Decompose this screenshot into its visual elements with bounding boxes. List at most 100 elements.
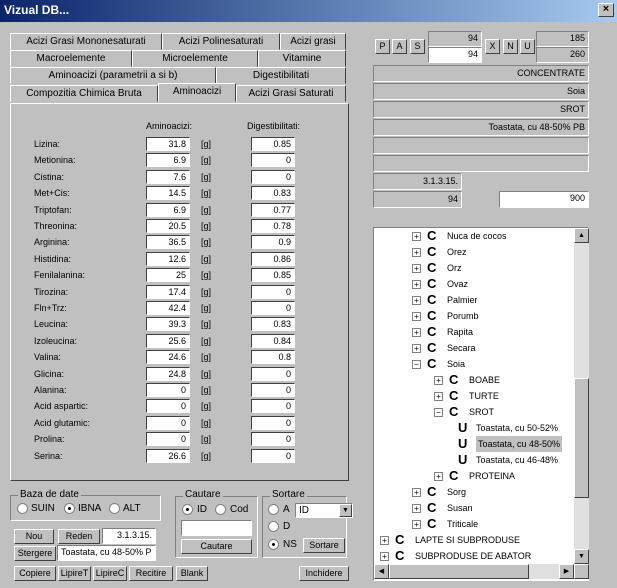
tab-compozitia-chimica-bruta[interactable]: Compozitia Chimica Bruta bbox=[10, 85, 158, 102]
tree-node[interactable]: U Toastata, cu 46-48% bbox=[454, 452, 588, 468]
radio-id[interactable] bbox=[182, 504, 193, 515]
nav-top2-field[interactable]: 94 bbox=[428, 47, 482, 63]
radio-cod[interactable] bbox=[215, 504, 226, 515]
tree-node[interactable]: + C Porumb bbox=[412, 308, 588, 324]
date-field[interactable]: 3.1.3.15. bbox=[102, 528, 156, 544]
tree-horizontal-scrollbar[interactable]: ◀ ▶ bbox=[374, 564, 574, 579]
expand-icon[interactable]: + bbox=[412, 232, 421, 241]
nav-x-button[interactable]: X bbox=[485, 39, 500, 54]
amino-value[interactable]: 6.9 bbox=[146, 153, 190, 168]
amino-value[interactable]: 7.6 bbox=[146, 169, 190, 184]
tab-aminoacizi[interactable]: Aminoacizi bbox=[158, 83, 236, 102]
tab-macroelemente[interactable]: Macroelemente bbox=[10, 50, 132, 67]
digest-value[interactable]: 0.85 bbox=[251, 268, 295, 283]
lipirec-button[interactable]: LipireC bbox=[93, 566, 127, 581]
digest-value[interactable]: 0.78 bbox=[251, 219, 295, 233]
feed-tree[interactable]: + C Nuca de cocos + C Orez + C Orz + C Ovaz + C Palmie… bbox=[373, 227, 589, 581]
digest-value[interactable]: 0 bbox=[251, 284, 295, 299]
digest-value[interactable]: 0.9 bbox=[251, 235, 295, 250]
digest-value[interactable]: 0.83 bbox=[251, 317, 295, 332]
digest-value[interactable]: 0 bbox=[251, 415, 295, 430]
expand-icon[interactable]: + bbox=[412, 520, 421, 529]
radio-suin[interactable] bbox=[17, 503, 28, 514]
expand-icon[interactable]: + bbox=[434, 392, 443, 401]
digest-value[interactable]: 0.8 bbox=[251, 350, 295, 365]
amino-value[interactable]: 0 bbox=[146, 432, 190, 447]
scroll-thumb-v[interactable] bbox=[574, 378, 589, 498]
tree-node[interactable]: + C SUBPRODUSE DE ABATOR bbox=[380, 548, 580, 564]
tab-vitamine[interactable]: Vitamine bbox=[258, 50, 346, 67]
digest-value[interactable]: 0 bbox=[251, 383, 295, 397]
expand-icon[interactable]: + bbox=[412, 344, 421, 353]
sortare-button[interactable]: Sortare bbox=[303, 538, 345, 553]
amino-value[interactable]: 31.8 bbox=[146, 137, 190, 151]
tree-node[interactable]: + C BOABE bbox=[434, 372, 588, 388]
expand-icon[interactable]: + bbox=[412, 248, 421, 257]
copiere-button[interactable]: Copiere bbox=[14, 566, 56, 581]
expand-icon[interactable]: + bbox=[412, 280, 421, 289]
digest-value[interactable]: 0 bbox=[251, 301, 295, 315]
radio-ibna[interactable] bbox=[64, 503, 75, 514]
tree-node[interactable]: + C Secara bbox=[412, 340, 588, 356]
tab-microelemente[interactable]: Microelemente bbox=[132, 50, 258, 67]
expand-icon[interactable]: + bbox=[412, 296, 421, 305]
radio-sort-ns[interactable] bbox=[268, 539, 279, 550]
expand-icon[interactable]: + bbox=[380, 552, 389, 561]
digest-value[interactable]: 0.85 bbox=[251, 137, 295, 151]
recitire-button[interactable]: Recitire bbox=[129, 566, 173, 581]
digest-value[interactable]: 0 bbox=[251, 366, 295, 381]
tab-acizi-grasi[interactable]: Acizi grasi bbox=[280, 33, 346, 50]
collapse-icon[interactable]: − bbox=[434, 408, 443, 417]
digest-value[interactable]: 0 bbox=[251, 399, 295, 414]
radio-sort-d[interactable] bbox=[268, 521, 279, 532]
nav-a-button[interactable]: A bbox=[392, 39, 407, 54]
scroll-down-icon[interactable]: ▼ bbox=[574, 549, 589, 564]
amino-value[interactable]: 17.4 bbox=[146, 284, 190, 299]
tree-node[interactable]: − C SROT bbox=[434, 404, 588, 420]
amino-value[interactable]: 0 bbox=[146, 415, 190, 430]
expand-icon[interactable]: + bbox=[380, 536, 389, 545]
tree-vertical-scrollbar[interactable]: ▲ ▼ bbox=[574, 228, 589, 564]
close-button[interactable]: × bbox=[598, 3, 614, 17]
tab-digestibilitati[interactable]: Digestibilitati bbox=[216, 67, 346, 84]
tab-aminoacizi-parametrii[interactable]: Aminoacizi (parametrii a si b) bbox=[10, 67, 216, 84]
reden-button[interactable]: Reden bbox=[58, 529, 100, 544]
cautare-button[interactable]: Cautare bbox=[181, 539, 252, 554]
nav-p-button[interactable]: P bbox=[375, 39, 390, 54]
expand-icon[interactable]: + bbox=[412, 328, 421, 337]
lipiret-button[interactable]: LipireT bbox=[58, 566, 91, 581]
tree-node[interactable]: + C Nuca de cocos bbox=[412, 228, 588, 244]
scroll-right-icon[interactable]: ▶ bbox=[559, 564, 574, 579]
tree-node[interactable]: + C TURTE bbox=[434, 388, 588, 404]
cautare-input[interactable] bbox=[181, 520, 252, 536]
scroll-left-icon[interactable]: ◀ bbox=[374, 564, 389, 579]
nav-n-button[interactable]: N bbox=[503, 39, 518, 54]
amino-value[interactable]: 26.6 bbox=[146, 448, 190, 463]
amino-value[interactable]: 24.8 bbox=[146, 366, 190, 381]
chevron-down-icon[interactable]: ▼ bbox=[339, 504, 352, 517]
expand-icon[interactable]: + bbox=[412, 488, 421, 497]
amino-value[interactable]: 25.6 bbox=[146, 333, 190, 348]
tab-acizi-grasi-saturati[interactable]: Acizi Grasi Saturati bbox=[236, 85, 346, 102]
scroll-thumb-h[interactable] bbox=[389, 564, 529, 579]
tree-node[interactable]: U Toastata, cu 48-50% bbox=[454, 436, 588, 452]
tree-node[interactable]: + C PROTEINA bbox=[434, 468, 588, 484]
nav-u-button[interactable]: U bbox=[520, 39, 535, 54]
digest-value[interactable]: 0.84 bbox=[251, 333, 295, 348]
name-field[interactable]: Toastata, cu 48-50% P bbox=[57, 545, 156, 561]
nav-s-button[interactable]: S bbox=[410, 39, 425, 54]
amino-value[interactable]: 42.4 bbox=[146, 301, 190, 315]
tree-node[interactable]: + C Orz bbox=[412, 260, 588, 276]
digest-value[interactable]: 0 bbox=[251, 153, 295, 168]
tree-node[interactable]: + C Ovaz bbox=[412, 276, 588, 292]
nou-button[interactable]: Nou bbox=[14, 529, 54, 544]
expand-icon[interactable]: + bbox=[412, 312, 421, 321]
amino-value[interactable]: 6.9 bbox=[146, 202, 190, 217]
amino-value[interactable]: 12.6 bbox=[146, 251, 190, 266]
stergere-button[interactable]: Stergere bbox=[14, 546, 56, 561]
digest-value[interactable]: 0.83 bbox=[251, 186, 295, 201]
tree-node[interactable]: + C Triticale bbox=[412, 516, 588, 532]
tree-node[interactable]: + C LAPTE SI SUBPRODUSE bbox=[380, 532, 580, 548]
tree-node[interactable]: U Toastata, cu 50-52% bbox=[454, 420, 588, 436]
blank-button[interactable]: Blank bbox=[176, 566, 208, 581]
